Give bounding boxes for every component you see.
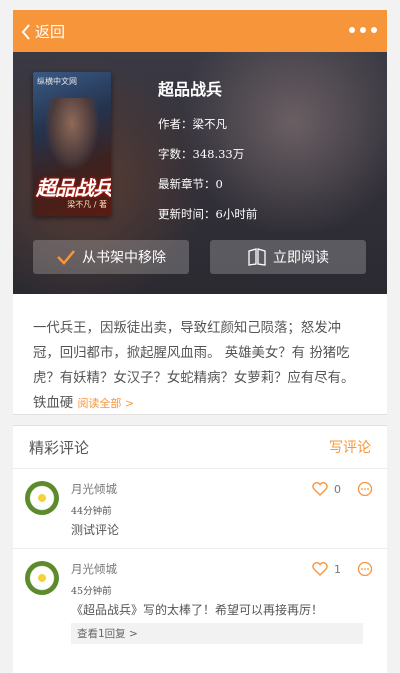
comment-bubble-icon[interactable] (357, 481, 373, 497)
book-icon (248, 248, 266, 266)
comment-item: 月光倾城 45分钟前 《超品战兵》写的太棒了！希望可以再接再厉！ 查看1回复 >… (13, 549, 387, 648)
view-replies-link[interactable]: 查看1回复 > (71, 623, 363, 644)
chevron-left-icon (21, 23, 30, 40)
book-hero: 纵横中文网 超品战兵 梁不凡 / 著 超品战兵 作者：梁不凡 字数：348.33… (13, 52, 387, 294)
avatar[interactable] (25, 561, 59, 595)
book-author: 作者：梁不凡 (158, 117, 227, 131)
cover-title: 超品战兵 (36, 176, 111, 200)
write-comment-button[interactable]: 写评论 (329, 437, 371, 457)
back-label: 返回 (35, 23, 66, 41)
comment-text: 《超品战兵》写的太棒了！希望可以再接再厉！ (71, 603, 324, 617)
read-now-button[interactable]: 立即阅读 (210, 240, 366, 274)
remove-label: 从书架中移除 (82, 250, 166, 266)
book-word-count: 字数：348.33万 (158, 147, 245, 161)
book-description: 一代兵王，因叛徒出卖，导致红颜知己陨落；怒发冲冠，回归都市，掀起腥风血雨。 英雄… (13, 294, 387, 414)
app-frame: 返回 纵横中文网 超品战兵 梁不凡 / 著 超品战兵 作者：梁不凡 字数：348… (13, 10, 387, 673)
cover-publisher: 纵横中文网 (37, 77, 77, 86)
like-count: 1 (334, 562, 341, 576)
comments-title: 精彩评论 (29, 438, 90, 457)
comments-header: 精彩评论 写评论 (13, 426, 387, 469)
heart-icon[interactable] (312, 482, 328, 496)
back-button[interactable]: 返回 (21, 21, 65, 42)
top-bar: 返回 (13, 10, 387, 52)
check-icon (57, 250, 75, 265)
read-label: 立即阅读 (273, 250, 329, 266)
cover-author: 梁不凡 / 著 (67, 200, 107, 209)
book-update-time: 更新时间：6小时前 (158, 207, 258, 221)
comment-actions: 1 (312, 561, 373, 577)
heart-icon[interactable] (312, 562, 328, 576)
cover-figure (45, 98, 99, 170)
comment-time: 45分钟前 (71, 586, 112, 597)
more-menu-icon[interactable] (349, 27, 377, 33)
read-all-link[interactable]: 阅读全部 > (77, 397, 134, 410)
book-info: 超品战兵 作者：梁不凡 字数：348.33万 最新章节：0 更新时间：6小时前 (158, 76, 257, 236)
comment-time: 44分钟前 (71, 506, 112, 517)
comment-actions: 0 (312, 481, 373, 497)
book-cover-image[interactable]: 纵横中文网 超品战兵 梁不凡 / 著 (33, 72, 111, 216)
comment-text: 测试评论 (71, 523, 120, 537)
book-title: 超品战兵 (158, 80, 223, 99)
remove-from-shelf-button[interactable]: 从书架中移除 (33, 240, 189, 274)
comment-item: 月光倾城 44分钟前 测试评论 0 (13, 469, 387, 549)
like-count: 0 (334, 482, 341, 496)
book-latest-chapter: 最新章节：0 (158, 177, 223, 191)
comment-bubble-icon[interactable] (357, 561, 373, 577)
avatar[interactable] (25, 481, 59, 515)
